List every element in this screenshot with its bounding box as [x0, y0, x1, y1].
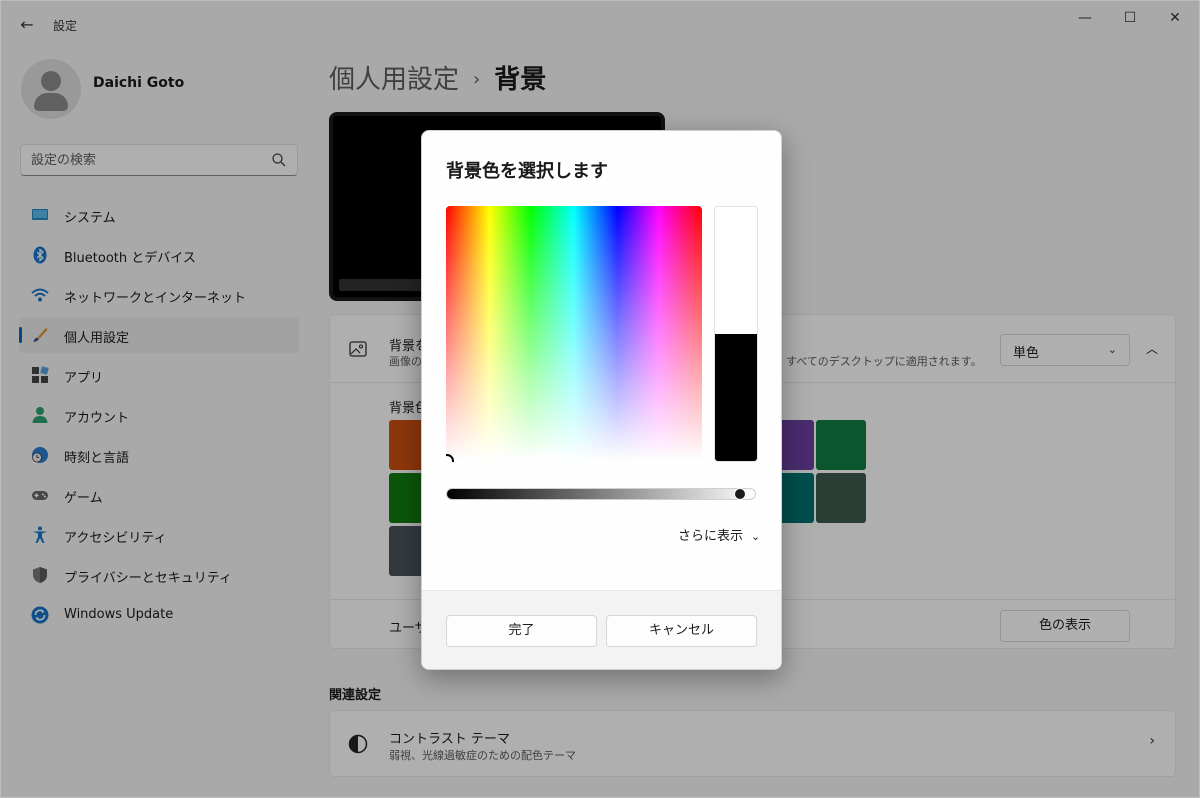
settings-window: ← 設定 — ☐ ✕ Daichi Goto システム Bluetooth とデ… — [0, 0, 1200, 798]
color-spectrum[interactable] — [446, 206, 702, 462]
chevron-down-icon: ⌄ — [751, 530, 761, 543]
more-options-toggle[interactable]: さらに表示 ⌄ — [678, 525, 760, 544]
color-picker-dialog: 背景色を選択します さらに表示 ⌄ 完了 キャンセル — [421, 130, 782, 670]
dialog-footer: 完了 キャンセル — [422, 590, 781, 669]
dialog-title: 背景色を選択します — [446, 161, 608, 182]
cancel-button[interactable]: キャンセル — [606, 615, 757, 647]
previous-color-preview — [715, 207, 757, 334]
spectrum-handle[interactable] — [446, 454, 454, 462]
value-slider[interactable] — [446, 488, 756, 500]
done-button[interactable]: 完了 — [446, 615, 597, 647]
current-color-preview — [715, 334, 757, 461]
more-options-label: さらに表示 — [678, 529, 744, 544]
color-preview — [714, 206, 758, 462]
value-slider-thumb[interactable] — [734, 488, 746, 500]
